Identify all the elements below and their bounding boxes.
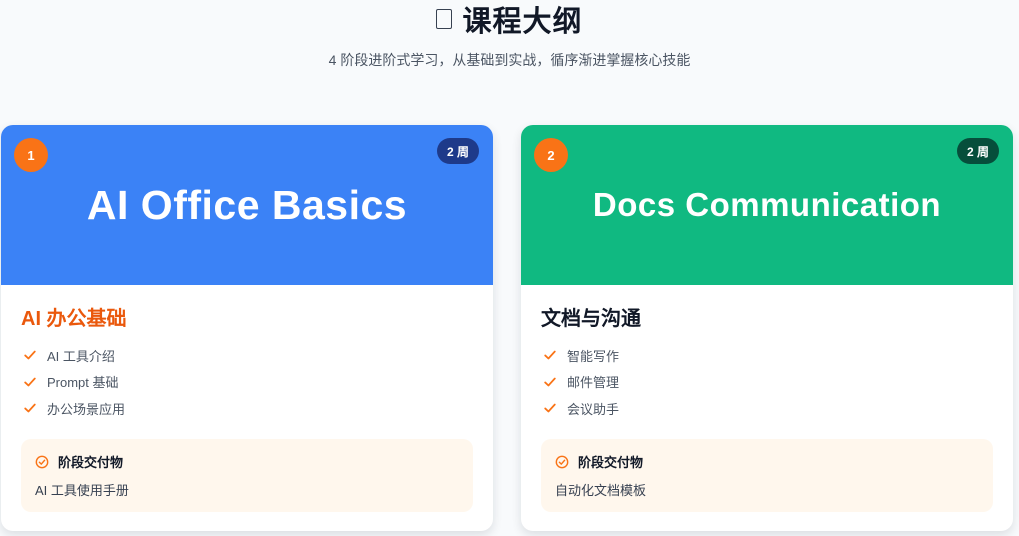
deliverable-box: 阶段交付物 自动化文档模板: [541, 438, 993, 512]
check-circle-icon: [35, 455, 49, 468]
stage-banner: 1 2 周 AI Office Basics: [1, 125, 493, 285]
stage-number-badge: 1: [14, 138, 48, 172]
topic-label: 智能写作: [567, 348, 620, 364]
check-icon: [24, 403, 36, 413]
topic-item: 智能写作: [541, 342, 993, 369]
check-icon: [544, 403, 556, 413]
topic-list: AI 工具介绍 Prompt 基础 办公场景应用: [21, 342, 473, 422]
stage-card-2[interactable]: 2 2 周 Docs Communication 文档与沟通 智能写作 邮件管理…: [521, 125, 1013, 531]
topic-item: 办公场景应用: [21, 395, 473, 422]
deliverable-header: 阶段交付物: [555, 454, 979, 470]
title-row: 课程大纲: [0, 2, 1019, 38]
topic-item: 会议助手: [541, 395, 993, 422]
page-subtitle: 4 阶段进阶式学习，从基础到实战，循序渐进掌握核心技能: [328, 52, 691, 68]
stage-title: AI 办公基础: [21, 308, 127, 330]
topic-item: 邮件管理: [541, 369, 993, 396]
stage-title: 文档与沟通: [541, 308, 641, 330]
check-icon: [24, 377, 36, 387]
deliverable-label: 阶段交付物: [578, 455, 644, 470]
stage-body: AI 办公基础 AI 工具介绍 Prompt 基础 办公场景应用 阶段交付物 A…: [1, 285, 493, 512]
topic-label: Prompt 基础: [47, 375, 119, 391]
check-icon: [544, 377, 556, 387]
topic-label: AI 工具介绍: [47, 348, 115, 364]
document-icon: [436, 9, 453, 29]
stage-number-badge: 2: [534, 138, 568, 172]
check-circle-icon: [555, 455, 569, 468]
banner-text: AI Office Basics: [86, 181, 408, 228]
topic-list: 智能写作 邮件管理 会议助手: [541, 342, 993, 422]
topic-label: 会议助手: [567, 401, 620, 417]
check-icon: [24, 350, 36, 360]
duration-badge: 2 周: [956, 138, 999, 164]
deliverable-value: 自动化文档模板: [555, 482, 647, 498]
topic-label: 邮件管理: [567, 375, 620, 391]
duration-badge: 2 周: [436, 138, 479, 164]
deliverable-header: 阶段交付物: [35, 454, 459, 470]
deliverable-box: 阶段交付物 AI 工具使用手册: [21, 438, 473, 512]
page-header: 课程大纲 4 阶段进阶式学习，从基础到实战，循序渐进掌握核心技能: [0, 0, 1019, 70]
topic-label: 办公场景应用: [47, 401, 126, 417]
stage-card-1[interactable]: 1 2 周 AI Office Basics AI 办公基础 AI 工具介绍 P…: [1, 125, 493, 531]
check-icon: [544, 350, 556, 360]
topic-item: AI 工具介绍: [21, 342, 473, 369]
stage-banner: 2 2 周 Docs Communication: [521, 125, 1013, 285]
deliverable-label: 阶段交付物: [58, 455, 124, 470]
deliverable-value: AI 工具使用手册: [35, 482, 129, 498]
page-title: 课程大纲: [462, 6, 583, 38]
stage-body: 文档与沟通 智能写作 邮件管理 会议助手 阶段交付物 自动化文档模板: [521, 285, 1013, 512]
banner-text: Docs Communication: [592, 186, 942, 223]
topic-item: Prompt 基础: [21, 369, 473, 396]
